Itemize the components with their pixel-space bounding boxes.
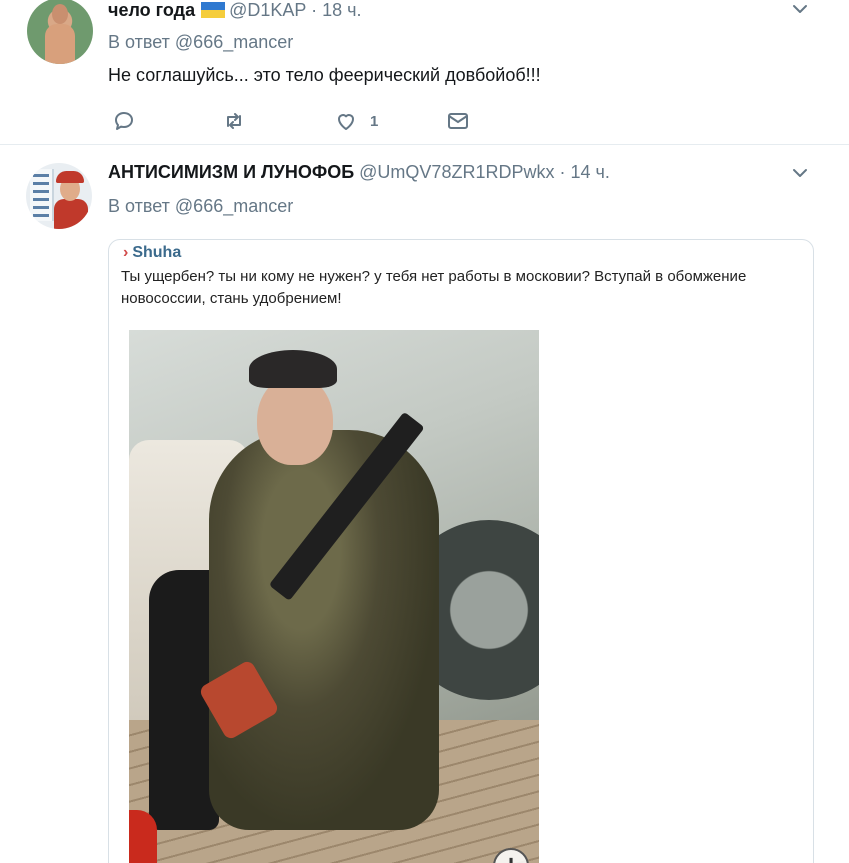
avatar-head [52, 4, 68, 24]
heart-icon [338, 114, 354, 130]
tweet-text: Не соглашуйсь... это тело феерический до… [108, 65, 541, 85]
direct-message-button[interactable] [446, 108, 470, 134]
reply-prefix: В ответ [108, 196, 170, 216]
reply-mention[interactable]: @666_mancer [175, 196, 293, 216]
reply-context: В ответ @666_mancer [108, 32, 293, 53]
tweet-actions: 1 [108, 108, 488, 134]
display-name[interactable]: чело года [108, 0, 195, 20]
avatar-shirt [54, 199, 88, 229]
reply-mention[interactable]: @666_mancer [175, 32, 293, 52]
avatar-body [45, 24, 75, 64]
media-photo[interactable]: + [129, 330, 539, 863]
retweet-button[interactable] [222, 108, 246, 134]
timestamp[interactable]: 14 ч. [571, 162, 610, 182]
avatar[interactable] [26, 163, 92, 229]
user-handle[interactable]: @D1KAP [229, 0, 306, 20]
timestamp[interactable]: 18 ч. [322, 0, 361, 20]
avatar[interactable] [27, 0, 93, 64]
avatar-poster [30, 169, 54, 221]
tweet-header: АНТИСИМИЗМ И ЛУНОФОБ @UmQV78ZR1RDPwkx · … [108, 162, 610, 183]
tweet-header: чело года @D1KAP · 18 ч. [108, 0, 362, 21]
chevron-down-icon[interactable] [791, 0, 809, 18]
retweet-icon [227, 113, 241, 129]
reply-button[interactable] [112, 108, 136, 134]
separator-dot: · [311, 0, 318, 20]
display-name[interactable]: АНТИСИМИЗМ И ЛУНОФОБ [108, 162, 354, 182]
reply-context: В ответ @666_mancer [108, 196, 293, 217]
quoted-username: Shuha [132, 244, 182, 261]
envelope-icon [448, 113, 468, 129]
tweet-media[interactable]: › Shuha Ты ущербен? ты ни кому не нужен? … [108, 239, 814, 863]
tweet[interactable]: АНТИСИМИЗМ И ЛУНОФОБ @UmQV78ZR1RDPwkx · … [0, 146, 849, 863]
quoted-user: › Shuha [123, 244, 181, 262]
ukraine-flag-icon [201, 2, 226, 18]
photo-red-corner [129, 810, 157, 863]
photo-face [257, 375, 333, 465]
photo-soldier [209, 430, 439, 830]
user-handle[interactable]: @UmQV78ZR1RDPwkx [359, 162, 554, 182]
reply-prefix: В ответ [108, 32, 170, 52]
chevron-down-icon[interactable] [791, 164, 809, 182]
photo-beret [249, 350, 337, 388]
tweet[interactable]: чело года @D1KAP · 18 ч. В ответ @666_man… [0, 0, 849, 145]
quoted-text: Ты ущербен? ты ни кому не нужен? у тебя … [121, 268, 747, 307]
avatar-cap [56, 171, 84, 183]
arrow-icon: › [123, 244, 129, 261]
reply-icon [115, 112, 133, 130]
like-count: 1 [370, 112, 379, 130]
separator-dot: · [559, 162, 566, 182]
like-button[interactable]: 1 [334, 108, 378, 134]
